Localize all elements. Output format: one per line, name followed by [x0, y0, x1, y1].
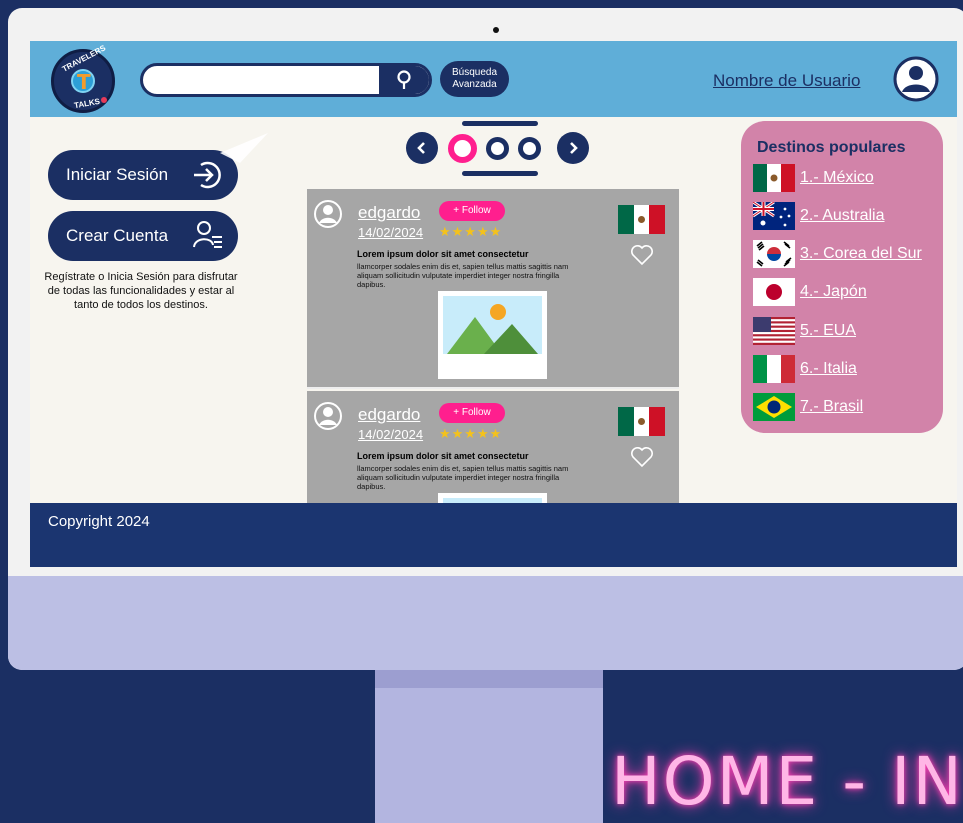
rating-stars: ★★★★★	[439, 426, 503, 441]
heart-icon[interactable]	[630, 244, 654, 266]
advanced-search-label-1: Búsqueda	[451, 67, 498, 78]
brazil-flag-icon	[753, 393, 795, 421]
app-screen: TRAVELERS T TALKS Búsqueda Avanzada Nomb…	[30, 41, 957, 567]
mexico-flag-icon	[618, 407, 665, 436]
monitor-chin	[8, 576, 963, 670]
destination-label: 2.- Australia	[800, 207, 885, 224]
carousel-prev-button[interactable]	[406, 132, 438, 164]
post-username[interactable]: edgardo	[358, 203, 420, 223]
search-icon	[397, 70, 411, 89]
italy-flag-icon	[753, 355, 795, 383]
login-info-text: Regístrate o Inicia Sesión para disfruta…	[44, 271, 238, 311]
search-input[interactable]	[143, 66, 383, 94]
footer: Copyright 2024	[30, 503, 957, 567]
post-feed: edgardo + Follow 14/02/2024 ★★★★★ Lorem …	[307, 189, 679, 506]
monitor-stand	[375, 670, 603, 823]
user-avatar-icon[interactable]	[893, 56, 939, 102]
post-date: 14/02/2024	[358, 225, 424, 240]
carousel-bar-bottom	[462, 171, 538, 176]
destination-label: 6.- Italia	[800, 360, 857, 377]
header-bar: TRAVELERS T TALKS Búsqueda Avanzada Nomb…	[30, 41, 957, 117]
copyright-text: Copyright 2024	[48, 513, 150, 530]
username-link[interactable]: Nombre de Usuario	[713, 71, 860, 91]
carousel-dot[interactable]	[518, 137, 541, 160]
post-body: llamcorper sodales enim dis et, sapien t…	[357, 464, 569, 491]
popular-destinations-title: Destinos populares	[757, 139, 906, 156]
logo-text-bottom: TALKS	[73, 96, 101, 111]
travelers-talks-logo[interactable]: TRAVELERS T TALKS	[51, 43, 115, 113]
usa-flag-icon	[753, 317, 795, 345]
follow-button[interactable]: + Follow	[439, 201, 505, 221]
post-card: edgardo + Follow 14/02/2024 ★★★★★ Lorem …	[307, 189, 679, 389]
login-arrow-icon	[194, 161, 221, 189]
post-title: Lorem ipsum dolor sit amet consectetur	[357, 249, 529, 259]
destination-label: 5.- EUA	[800, 322, 857, 339]
carousel-dot[interactable]	[486, 137, 509, 160]
search-bar	[140, 63, 432, 97]
post-date: 14/02/2024	[358, 427, 424, 442]
chevron-left-icon	[417, 142, 425, 154]
post-card: edgardo + Follow 14/02/2024 ★★★★★ Lorem …	[307, 391, 679, 506]
popular-destinations-panel: Destinos populares 1.- México 2.- Austra…	[741, 121, 943, 433]
post-body: llamcorper sodales enim dis et, sapien t…	[357, 262, 569, 289]
login-label: Iniciar Sesión	[66, 165, 169, 184]
search-button[interactable]	[379, 66, 429, 94]
camera-dot	[493, 27, 499, 33]
mexico-flag-icon	[618, 205, 665, 234]
advanced-search-label-2: Avanzada	[452, 79, 497, 90]
carousel-dot-active[interactable]	[448, 134, 477, 163]
monitor: TRAVELERS T TALKS Búsqueda Avanzada Nomb…	[8, 8, 963, 670]
south-korea-flag-icon	[753, 240, 795, 268]
user-avatar-icon[interactable]	[313, 199, 343, 229]
follow-button[interactable]: + Follow	[439, 403, 505, 423]
destination-label: 7.- Brasil	[800, 398, 864, 415]
image-placeholder-icon[interactable]	[438, 291, 547, 379]
carousel-bar-top	[462, 121, 538, 126]
user-avatar-icon[interactable]	[313, 401, 343, 431]
advanced-search-button[interactable]: Búsqueda Avanzada	[440, 61, 509, 97]
logo-letter-icon: T	[77, 70, 91, 94]
australia-flag-icon	[753, 202, 795, 230]
monitor-stand-shadow	[375, 670, 603, 688]
rating-stars: ★★★★★	[439, 224, 503, 239]
user-list-icon	[193, 221, 222, 248]
destination-label: 4.- Japón	[800, 283, 867, 300]
chevron-right-icon	[570, 142, 578, 154]
japan-flag-icon	[753, 278, 795, 306]
destination-label: 1.- México	[800, 169, 874, 186]
heart-icon[interactable]	[630, 446, 654, 468]
post-username[interactable]: edgardo	[358, 405, 420, 425]
create-account-label: Crear Cuenta	[66, 226, 169, 245]
destination-label: 3.- Corea del Sur	[800, 245, 922, 262]
carousel-next-button[interactable]	[557, 132, 589, 164]
mexico-flag-icon	[753, 164, 795, 192]
paper-plane-icon	[220, 133, 268, 163]
logo-dot-icon	[101, 97, 107, 103]
login-button[interactable]: Iniciar Sesión	[48, 150, 238, 200]
neon-sign-text: HOME - IN	[611, 743, 963, 820]
post-title: Lorem ipsum dolor sit amet consectetur	[357, 451, 529, 461]
create-account-button[interactable]: Crear Cuenta	[48, 211, 238, 261]
